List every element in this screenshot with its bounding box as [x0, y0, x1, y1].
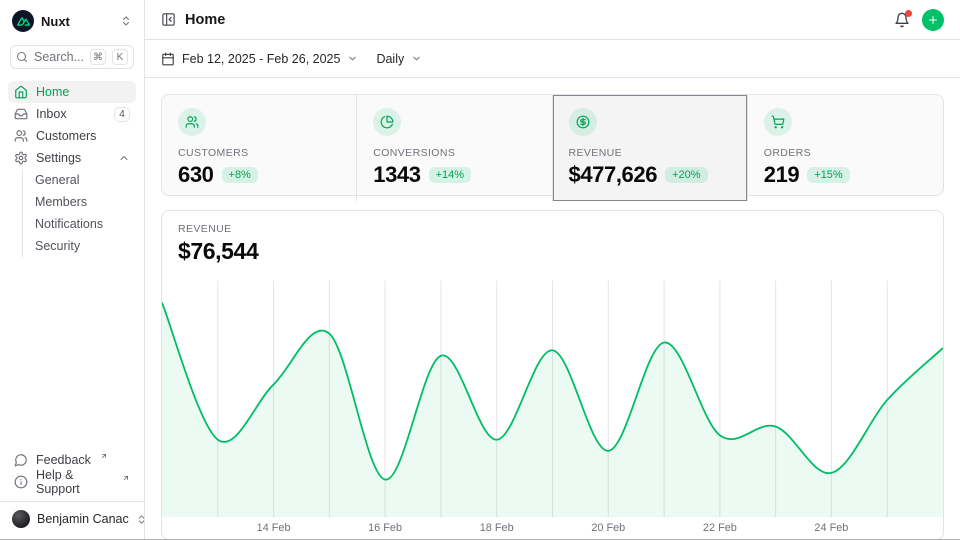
chevrons-up-down-icon[interactable]	[120, 15, 132, 27]
sidebar-item-label: Home	[36, 85, 69, 99]
user-menu[interactable]: Benjamin Canac	[0, 501, 144, 532]
svg-text:16 Feb: 16 Feb	[368, 522, 402, 534]
pie-chart-icon	[373, 108, 401, 136]
kbd-k: K	[112, 49, 128, 65]
page-title: Home	[185, 12, 225, 28]
chevron-down-icon	[347, 53, 358, 64]
sidebar-item-label: Help & Support	[36, 468, 113, 496]
revenue-chart-label: REVENUE	[178, 223, 927, 235]
stat-delta-badge: +20%	[665, 167, 707, 183]
chevron-down-icon	[411, 53, 422, 64]
stat-label: CONVERSIONS	[373, 147, 535, 159]
panel-collapse-icon[interactable]	[161, 12, 176, 27]
svg-text:14 Feb: 14 Feb	[257, 522, 291, 534]
nuxt-logo-icon	[12, 10, 34, 32]
plus-icon	[927, 14, 939, 26]
home-icon	[14, 85, 28, 99]
app-header: Home	[145, 0, 960, 40]
stat-value: 1343	[373, 162, 420, 188]
workspace-selector[interactable]: Nuxt	[8, 8, 136, 34]
inbox-count-badge: 4	[114, 107, 130, 122]
sidebar-item-settings[interactable]: Settings	[8, 147, 136, 169]
stat-delta-badge: +14%	[429, 167, 471, 183]
svg-text:20 Feb: 20 Feb	[591, 522, 625, 534]
info-icon	[14, 475, 28, 489]
stat-label: REVENUE	[569, 147, 731, 159]
sidebar-item-general[interactable]: General	[23, 169, 136, 191]
filters-toolbar: Feb 12, 2025 - Feb 26, 2025 Daily	[145, 40, 960, 78]
sidebar: Nuxt Search... ⌘ K Home Inbox 4	[0, 0, 145, 540]
users-icon	[178, 108, 206, 136]
stat-value: $477,626	[569, 162, 658, 188]
notification-dot	[905, 10, 912, 17]
granularity-value: Daily	[376, 52, 404, 66]
stat-delta-badge: +8%	[222, 167, 258, 183]
stats-row: CUSTOMERS 630 +8% CONVERSIONS 1343 +14%	[161, 94, 944, 196]
sidebar-footer-nav: Feedback Help & Support	[8, 449, 136, 493]
sidebar-item-label: Customers	[36, 129, 96, 143]
search-input[interactable]: Search... ⌘ K	[10, 45, 134, 69]
svg-text:22 Feb: 22 Feb	[703, 522, 737, 534]
search-icon	[16, 51, 28, 63]
stat-value: 219	[764, 162, 800, 188]
external-link-icon	[100, 452, 108, 460]
svg-text:24 Feb: 24 Feb	[814, 522, 848, 534]
revenue-chart-value: $76,544	[178, 238, 927, 265]
user-name: Benjamin Canac	[37, 512, 129, 526]
stat-label: CUSTOMERS	[178, 147, 340, 159]
external-link-icon	[122, 474, 130, 482]
stat-label: ORDERS	[764, 147, 927, 159]
revenue-chart-header: REVENUE $76,544	[162, 211, 943, 265]
add-button[interactable]	[922, 9, 944, 31]
stat-card-revenue[interactable]: REVENUE $477,626 +20%	[553, 95, 748, 201]
search-placeholder: Search...	[34, 50, 84, 64]
gear-icon	[14, 151, 28, 165]
sidebar-item-label: Members	[35, 195, 87, 209]
avatar	[12, 510, 30, 528]
sidebar-item-home[interactable]: Home	[8, 81, 136, 103]
workspace-name: Nuxt	[41, 14, 70, 29]
sidebar-item-members[interactable]: Members	[23, 191, 136, 213]
granularity-select[interactable]: Daily	[376, 52, 422, 66]
sidebar-item-notifications[interactable]: Notifications	[23, 213, 136, 235]
dashboard-content: CUSTOMERS 630 +8% CONVERSIONS 1343 +14%	[145, 78, 960, 540]
svg-text:18 Feb: 18 Feb	[480, 522, 514, 534]
sidebar-item-security[interactable]: Security	[23, 235, 136, 257]
sidebar-item-inbox[interactable]: Inbox 4	[8, 103, 136, 125]
stat-card-conversions[interactable]: CONVERSIONS 1343 +14%	[357, 95, 552, 201]
cart-icon	[764, 108, 792, 136]
main-area: Home Feb 12, 2025 - Feb 26, 2025 Daily	[145, 0, 960, 540]
revenue-chart-card: REVENUE $76,544 14 Feb 16 Feb 18 Feb 20 Feb…	[161, 210, 944, 540]
header-actions	[894, 9, 944, 31]
stat-card-customers[interactable]: CUSTOMERS 630 +8%	[162, 95, 357, 201]
stat-card-orders[interactable]: ORDERS 219 +15%	[748, 95, 943, 201]
chevron-up-icon	[118, 152, 130, 164]
sidebar-item-customers[interactable]: Customers	[8, 125, 136, 147]
settings-submenu: General Members Notifications Security	[22, 169, 136, 257]
speech-bubble-icon	[14, 453, 28, 467]
sidebar-spacer	[8, 257, 136, 449]
dollar-circle-icon	[569, 108, 597, 136]
sidebar-item-label: Feedback	[36, 453, 91, 467]
sidebar-item-label: General	[35, 173, 79, 187]
notifications-button[interactable]	[894, 12, 910, 28]
sidebar-item-help-support[interactable]: Help & Support	[8, 471, 136, 493]
date-range-picker[interactable]: Feb 12, 2025 - Feb 26, 2025	[161, 52, 358, 66]
users-icon	[14, 129, 28, 143]
sidebar-item-label: Inbox	[36, 107, 67, 121]
date-range-value: Feb 12, 2025 - Feb 26, 2025	[182, 52, 340, 66]
sidebar-item-label: Settings	[36, 151, 81, 165]
stat-delta-badge: +15%	[807, 167, 849, 183]
kbd-meta: ⌘	[90, 49, 106, 65]
calendar-icon	[161, 52, 175, 66]
sidebar-item-label: Security	[35, 239, 80, 253]
sidebar-item-label: Notifications	[35, 217, 103, 231]
stat-value: 630	[178, 162, 214, 188]
inbox-icon	[14, 107, 28, 121]
sidebar-nav: Home Inbox 4 Customers Settings Genera	[8, 81, 136, 257]
